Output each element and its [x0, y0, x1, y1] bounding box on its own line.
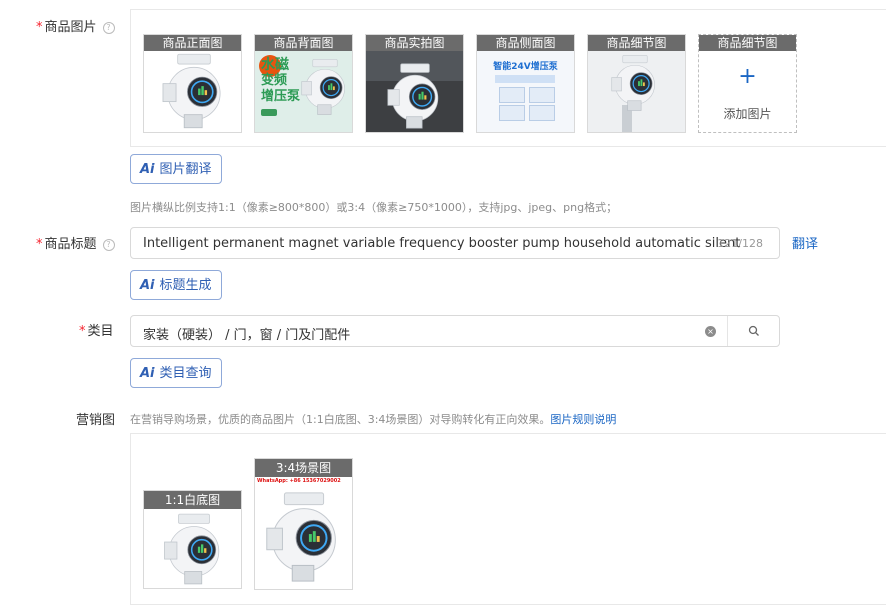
clear-icon[interactable]: × — [705, 326, 716, 337]
ai-icon: Ai — [140, 162, 155, 177]
pump-image — [162, 53, 221, 129]
category-input[interactable]: 家装（硬装） / 门，窗 / 门及门配件 × — [130, 315, 780, 347]
translate-link[interactable]: 翻译 — [792, 233, 818, 252]
product-image-detail[interactable]: 商品细节图 — [587, 34, 686, 133]
add-image-button[interactable]: 商品细节图 + 添加图片 — [698, 34, 797, 133]
search-icon — [748, 325, 759, 336]
product-images-label: * 商品图片? — [36, 16, 115, 35]
help-icon[interactable]: ? — [102, 22, 115, 34]
image-format-hint: 图片横纵比例支持1:1（像素≥800*800）或3:4（像素≥750*1000）… — [130, 201, 618, 214]
marketing-image-white-bg[interactable]: 1:1白底图 — [143, 490, 242, 589]
category-label: * 类目 — [79, 324, 114, 339]
pump-image — [611, 54, 656, 112]
pump-image — [387, 63, 439, 129]
marketing-images-panel — [130, 433, 886, 605]
product-image-real[interactable]: 商品实拍图 — [365, 34, 464, 133]
product-image-side[interactable]: 商品侧面图 智能24V增压泵 — [476, 34, 575, 133]
image-translate-button[interactable]: Ai 图片翻译 — [130, 154, 222, 184]
watermark-text: WhatsApp: +86 15367029002 — [257, 478, 341, 484]
ai-icon: Ai — [140, 366, 155, 381]
title-generate-button[interactable]: Ai 标题生成 — [130, 270, 222, 300]
product-title-label: * 商品标题? — [36, 233, 115, 252]
ai-icon: Ai — [140, 278, 155, 293]
pump-image — [163, 513, 220, 585]
plus-icon: + — [738, 64, 757, 89]
product-image-back[interactable]: 商品背面图 水磁 变频 增压泵 — [254, 34, 353, 133]
image-rules-link[interactable]: 图片规则说明 — [550, 413, 616, 426]
marketing-images-label: 营销图 — [76, 413, 116, 428]
category-search-button[interactable] — [728, 316, 780, 346]
marketing-image-scene[interactable]: 3:4场景图 WhatsApp: +86 15367029002 — [254, 458, 353, 590]
pump-image — [265, 491, 337, 583]
marketing-hint: 在营销导购场景，优质的商品图片（1:1白底图、3:4场景图）对导购转化有正向效果… — [130, 413, 617, 426]
pump-image — [301, 58, 346, 116]
title-char-counter: 121/128 — [717, 237, 763, 250]
help-icon[interactable]: ? — [102, 239, 115, 251]
product-title-input[interactable]: Intelligent permanent magnet variable fr… — [130, 227, 780, 259]
category-query-button[interactable]: Ai 类目查询 — [130, 358, 222, 388]
product-image-front[interactable]: 商品正面图 — [143, 34, 242, 133]
